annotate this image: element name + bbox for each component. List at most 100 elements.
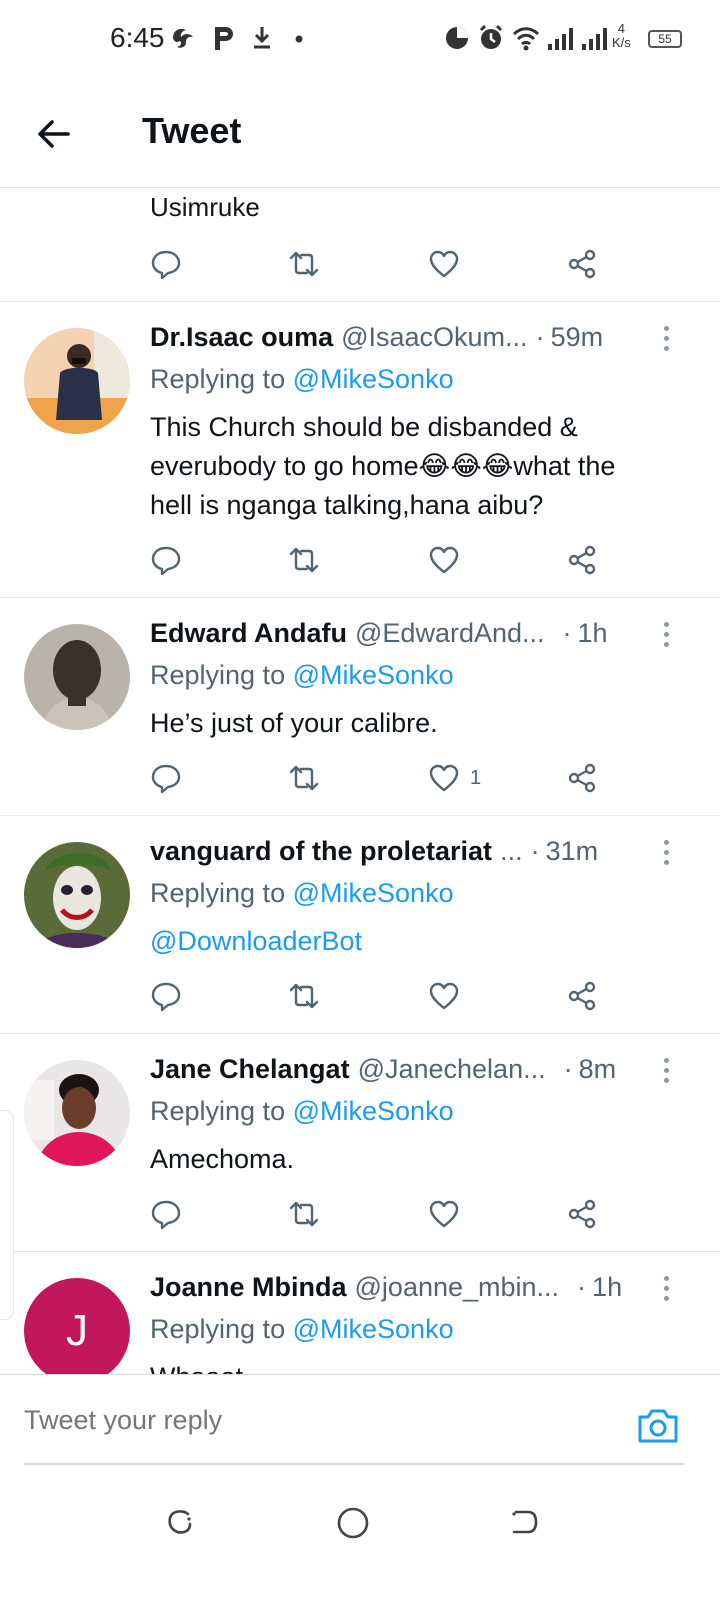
replying-to: Replying to @MikeSonko	[150, 1314, 680, 1354]
partial-tweet[interactable]: Usimruke	[0, 188, 720, 302]
replying-to-mention[interactable]: @MikeSonko	[293, 1096, 454, 1126]
tweet-item[interactable]: Edward Andafu @EdwardAnd... · 1h Replyin…	[0, 598, 720, 816]
reply-input[interactable]	[24, 1405, 584, 1436]
tweet-text-line: Whaaat	[150, 1358, 680, 1374]
author-name[interactable]: vanguard of the proletariat	[150, 836, 492, 867]
tweet-content: Dr.Isaac ouma @IsaacOkum... · 59m Replyi…	[150, 322, 680, 525]
separator-dot: ·	[530, 836, 540, 866]
retweet-button[interactable]	[288, 758, 320, 798]
separator-dot: ·	[535, 322, 545, 352]
reply-button[interactable]	[150, 244, 182, 284]
separator-dot: ·	[562, 618, 572, 648]
like-button[interactable]	[428, 976, 460, 1016]
share-button[interactable]	[566, 976, 598, 1016]
back-arrow-icon[interactable]	[34, 114, 74, 154]
author-handle[interactable]: @joanne_mbin...	[355, 1272, 560, 1303]
more-icon[interactable]	[664, 326, 670, 352]
more-icon[interactable]	[664, 1276, 670, 1302]
like-button[interactable]	[428, 540, 460, 580]
status-bar: 6:45 4 K/s 55	[0, 0, 720, 80]
like-button[interactable]: 1	[428, 758, 481, 798]
tweet-actions	[150, 540, 620, 580]
retweet-button[interactable]	[288, 976, 320, 1016]
replying-label: Replying to	[150, 364, 286, 394]
author-name[interactable]: Edward Andafu	[150, 618, 347, 649]
separator-dot: ·	[563, 1054, 573, 1084]
tweet-header: Jane Chelangat @Janechelan... · 8m	[150, 1054, 680, 1094]
author-name[interactable]: Jane Chelangat	[150, 1054, 350, 1085]
retweet-button[interactable]	[288, 540, 320, 580]
retweet-button[interactable]	[288, 1194, 320, 1234]
avatar[interactable]	[24, 1060, 130, 1166]
more-icon[interactable]	[664, 622, 670, 648]
tweet-content: Edward Andafu @EdwardAnd... · 1h Replyin…	[150, 618, 680, 743]
reply-button[interactable]	[150, 540, 182, 580]
author-handle[interactable]: ...	[500, 836, 523, 867]
tweet-time: 8m	[578, 1054, 617, 1084]
p-app-icon	[215, 27, 233, 50]
replying-to-mention[interactable]: @MikeSonko	[293, 660, 454, 690]
avatar-letter: J	[66, 1306, 88, 1355]
floating-panel-edge[interactable]	[0, 1110, 14, 1320]
download-icon	[254, 27, 270, 49]
author-name[interactable]: Dr.Isaac ouma	[150, 322, 333, 353]
replying-to: Replying to @MikeSonko	[150, 878, 680, 918]
author-name[interactable]: Joanne Mbinda	[150, 1272, 347, 1303]
tweet-item[interactable]: Dr.Isaac ouma @IsaacOkum... · 59m Replyi…	[0, 302, 720, 598]
avatar[interactable]: J	[24, 1278, 130, 1374]
retweet-button[interactable]	[288, 244, 320, 284]
reply-button[interactable]	[150, 1194, 182, 1234]
avatar[interactable]	[24, 842, 130, 948]
tweet-text-line: This Church should be disbanded &	[150, 412, 578, 442]
tweet-item[interactable]: Jane Chelangat @Janechelan... · 8m Reply…	[0, 1034, 720, 1252]
tweet-time: 31m	[545, 836, 599, 866]
like-button[interactable]	[428, 1194, 460, 1234]
tweet-text: He’s just of your calibre.	[150, 704, 680, 743]
reply-button[interactable]	[150, 976, 182, 1016]
avatar[interactable]	[24, 328, 130, 434]
share-button[interactable]	[566, 540, 598, 580]
alarm-icon	[479, 24, 503, 49]
recents-icon[interactable]	[164, 1506, 196, 1538]
tweet-content: Jane Chelangat @Janechelan... · 8m Reply…	[150, 1054, 680, 1179]
mention-link[interactable]: @DownloaderBot	[150, 922, 680, 961]
reply-icon	[151, 982, 181, 1012]
like-icon	[429, 1200, 459, 1228]
home-icon[interactable]	[336, 1506, 370, 1540]
replying-to-mention[interactable]: @MikeSonko	[293, 878, 454, 908]
tweet-time: 1h	[592, 1272, 623, 1302]
reply-button[interactable]	[150, 758, 182, 798]
replies-feed[interactable]: Usimruke Dr.Isaac ouma @IsaacOkum... · 5…	[0, 188, 720, 1374]
author-handle[interactable]: @EdwardAnd...	[355, 618, 545, 649]
share-button[interactable]	[566, 244, 598, 284]
signal-1-icon	[548, 28, 573, 50]
share-icon	[568, 763, 596, 793]
avatar[interactable]	[24, 624, 130, 730]
tweet-content: vanguard of the proletariat ... · 31m Re…	[150, 836, 680, 961]
tweet-item[interactable]: vanguard of the proletariat ... · 31m Re…	[0, 816, 720, 1034]
tweet-item[interactable]: J Joanne Mbinda @joanne_mbin... · 1h Rep…	[0, 1252, 720, 1374]
tweet-text: @DownloaderBot	[150, 922, 680, 961]
tweet-header: Dr.Isaac ouma @IsaacOkum... · 59m	[150, 322, 680, 362]
camera-icon[interactable]	[636, 1405, 680, 1445]
more-icon[interactable]	[664, 1058, 670, 1084]
share-button[interactable]	[566, 758, 598, 798]
tweet-actions	[150, 976, 620, 1016]
system-nav-bar	[0, 1470, 720, 1600]
replying-to-mention[interactable]: @MikeSonko	[293, 1314, 454, 1344]
more-icon[interactable]	[664, 840, 670, 866]
retweet-icon	[289, 547, 319, 573]
status-time: 6:45	[110, 22, 165, 53]
back-nav-icon[interactable]	[508, 1506, 540, 1538]
like-button[interactable]	[428, 244, 460, 284]
author-handle[interactable]: @IsaacOkum...	[341, 322, 527, 353]
author-handle[interactable]: @Janechelan...	[358, 1054, 546, 1085]
retweet-icon	[289, 251, 319, 277]
reply-icon	[151, 764, 181, 794]
avatar-photo	[24, 842, 130, 948]
like-icon	[429, 250, 459, 278]
reply-icon	[151, 546, 181, 576]
share-button[interactable]	[566, 1194, 598, 1234]
replying-to-mention[interactable]: @MikeSonko	[293, 364, 454, 394]
wifi-icon	[512, 27, 540, 51]
